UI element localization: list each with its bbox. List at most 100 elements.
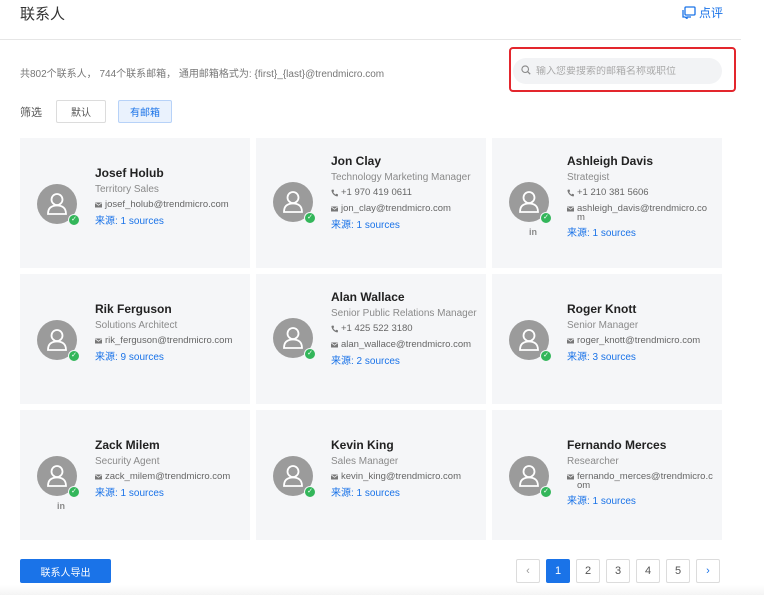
contact-email[interactable]: alan_wallace@trendmicro.com	[341, 340, 471, 350]
mail-icon	[331, 205, 341, 214]
avatar: ✓	[273, 318, 316, 360]
contact-email-row: alan_wallace@trendmicro.com	[331, 340, 477, 350]
contact-info: Ashleigh Davis Strategist +1 210 381 5606 a…	[567, 154, 713, 240]
contact-phone[interactable]: +1 970 419 0611	[341, 188, 412, 198]
search-icon	[521, 62, 531, 80]
search-input[interactable]	[536, 65, 716, 77]
contact-email[interactable]: kevin_king@trendmicro.com	[341, 472, 461, 482]
contact-email[interactable]: rik_ferguson@trendmicro.com	[105, 336, 232, 346]
contact-email[interactable]: ashleigh_davis@trendmicro.com	[577, 204, 713, 223]
contact-name: Fernando Merces	[567, 438, 667, 452]
contact-title: Sales Manager	[331, 456, 399, 467]
page-2-button[interactable]: 2	[576, 559, 600, 583]
verified-check-icon: ✓	[540, 486, 552, 498]
contact-card[interactable]: ✓ Fernando Merces Researcher fernando_merce…	[492, 410, 722, 540]
avatar: ✓	[509, 320, 552, 362]
contact-email[interactable]: zack_milem@trendmicro.com	[105, 472, 230, 482]
export-contacts-button[interactable]: 联系人导出	[20, 559, 111, 583]
contact-card[interactable]: ✓ Kevin King Sales Manager kevin_king@trend…	[256, 410, 486, 540]
contact-email-row: jon_clay@trendmicro.com	[331, 204, 477, 214]
contact-card[interactable]: ✓ in Ashleigh Davis Strategist +1 210 381 56…	[492, 138, 722, 268]
review-label: 点评	[698, 6, 723, 20]
phone-icon	[331, 189, 341, 199]
contact-title: Security Agent	[95, 456, 160, 467]
verified-check-icon: ✓	[304, 486, 316, 498]
filter-has-email-button[interactable]: 有邮箱	[118, 100, 172, 123]
mail-icon	[567, 337, 577, 346]
prev-page-button[interactable]: ‹	[516, 559, 540, 583]
contact-sources-link[interactable]: 来源: 1 sources	[331, 220, 477, 232]
contact-title: Senior Public Relations Manager	[331, 308, 477, 319]
verified-check-icon: ✓	[540, 212, 552, 224]
contact-email-row: fernando_merces@trendmicro.com	[567, 472, 713, 490]
mail-icon	[95, 337, 105, 346]
verified-check-icon: ✓	[68, 486, 80, 498]
contact-sources-link[interactable]: 来源: 9 sources	[95, 352, 241, 364]
contact-title: Strategist	[567, 172, 610, 183]
contact-card[interactable]: ✓ Roger Knott Senior Manager roger_knott@tr…	[492, 274, 722, 404]
contact-info: Josef Holub Territory Sales josef_holub@tr…	[95, 166, 241, 228]
avatar: ✓	[37, 184, 80, 226]
contact-sources-link[interactable]: 来源: 1 sources	[567, 496, 713, 508]
page-5-button[interactable]: 5	[666, 559, 690, 583]
mail-icon	[567, 473, 577, 482]
contact-info: Fernando Merces Researcher fernando_merces…	[567, 438, 713, 508]
contact-sources-link[interactable]: 来源: 1 sources	[331, 488, 477, 500]
phone-icon	[331, 325, 341, 335]
avatar: ✓	[509, 182, 552, 224]
contact-sources-link[interactable]: 来源: 2 sources	[331, 356, 477, 368]
avatar: ✓	[37, 320, 80, 362]
verified-check-icon: ✓	[304, 212, 316, 224]
contact-phone[interactable]: +1 425 522 3180	[341, 324, 413, 334]
avatar: ✓	[273, 456, 316, 498]
contact-phone[interactable]: +1 210 381 5606	[577, 188, 649, 198]
contact-email[interactable]: jon_clay@trendmicro.com	[341, 204, 451, 214]
filter-label: 筛选	[20, 106, 42, 119]
contact-sources-link[interactable]: 来源: 1 sources	[567, 228, 713, 240]
contact-email[interactable]: fernando_merces@trendmicro.com	[577, 472, 713, 491]
search-box[interactable]	[513, 58, 722, 84]
mail-icon	[95, 201, 105, 210]
avatar: ✓	[509, 456, 552, 498]
next-page-button[interactable]: ›	[696, 559, 720, 583]
contact-card[interactable]: ✓ Rik Ferguson Solutions Architect rik_ferg…	[20, 274, 250, 404]
contact-name: Jon Clay	[331, 154, 382, 168]
page-title: 联系人	[20, 6, 66, 23]
page-1-button[interactable]: 1	[546, 559, 570, 583]
contact-email-row: josef_holub@trendmicro.com	[95, 200, 241, 210]
review-link[interactable]: 点评	[682, 4, 723, 21]
avatar: ✓	[37, 456, 80, 498]
contact-phone-row: +1 425 522 3180	[331, 324, 477, 335]
contact-grid: ✓ Josef Holub Territory Sales josef_holub@t…	[20, 138, 722, 540]
contact-info: Roger Knott Senior Manager roger_knott@tre…	[567, 302, 713, 364]
contact-card[interactable]: ✓ Josef Holub Territory Sales josef_holub@t…	[20, 138, 250, 268]
contact-card[interactable]: ✓ in Zack Milem Security Agent zack_milem@tr…	[20, 410, 250, 540]
contact-title: Senior Manager	[567, 320, 639, 331]
linkedin-icon[interactable]: in	[525, 227, 541, 237]
contact-phone-row: +1 210 381 5606	[567, 188, 713, 199]
verified-check-icon: ✓	[540, 350, 552, 362]
mail-icon	[567, 205, 577, 214]
contact-name: Roger Knott	[567, 302, 637, 316]
contact-info: Kevin King Sales Manager kevin_king@trendm…	[331, 438, 477, 500]
linkedin-icon[interactable]: in	[53, 501, 69, 511]
contact-email-row: ashleigh_davis@trendmicro.com	[567, 204, 713, 222]
contact-info: Rik Ferguson Solutions Architect rik_fergu…	[95, 302, 241, 364]
filter-row: 筛选 默认 有邮箱	[20, 100, 184, 123]
verified-check-icon: ✓	[68, 350, 80, 362]
contact-card[interactable]: ✓ Alan Wallace Senior Public Relations Man…	[256, 274, 486, 404]
contact-email[interactable]: roger_knott@trendmicro.com	[577, 336, 700, 346]
contact-title: Solutions Architect	[95, 320, 178, 331]
contact-card[interactable]: ✓ Jon Clay Technology Marketing Manager +1 …	[256, 138, 486, 268]
contact-email[interactable]: josef_holub@trendmicro.com	[105, 200, 229, 210]
filter-default-button[interactable]: 默认	[56, 100, 106, 123]
page-4-button[interactable]: 4	[636, 559, 660, 583]
page-3-button[interactable]: 3	[606, 559, 630, 583]
contact-sources-link[interactable]: 来源: 3 sources	[567, 352, 713, 364]
chat-bubble-icon	[682, 6, 696, 19]
contact-phone-row: +1 970 419 0611	[331, 188, 477, 199]
contact-sources-link[interactable]: 来源: 1 sources	[95, 488, 241, 500]
pagination: ‹ 1 2 3 4 5 ›	[516, 559, 720, 583]
contact-sources-link[interactable]: 来源: 1 sources	[95, 216, 241, 228]
page-header: 联系人 点评	[0, 0, 741, 40]
